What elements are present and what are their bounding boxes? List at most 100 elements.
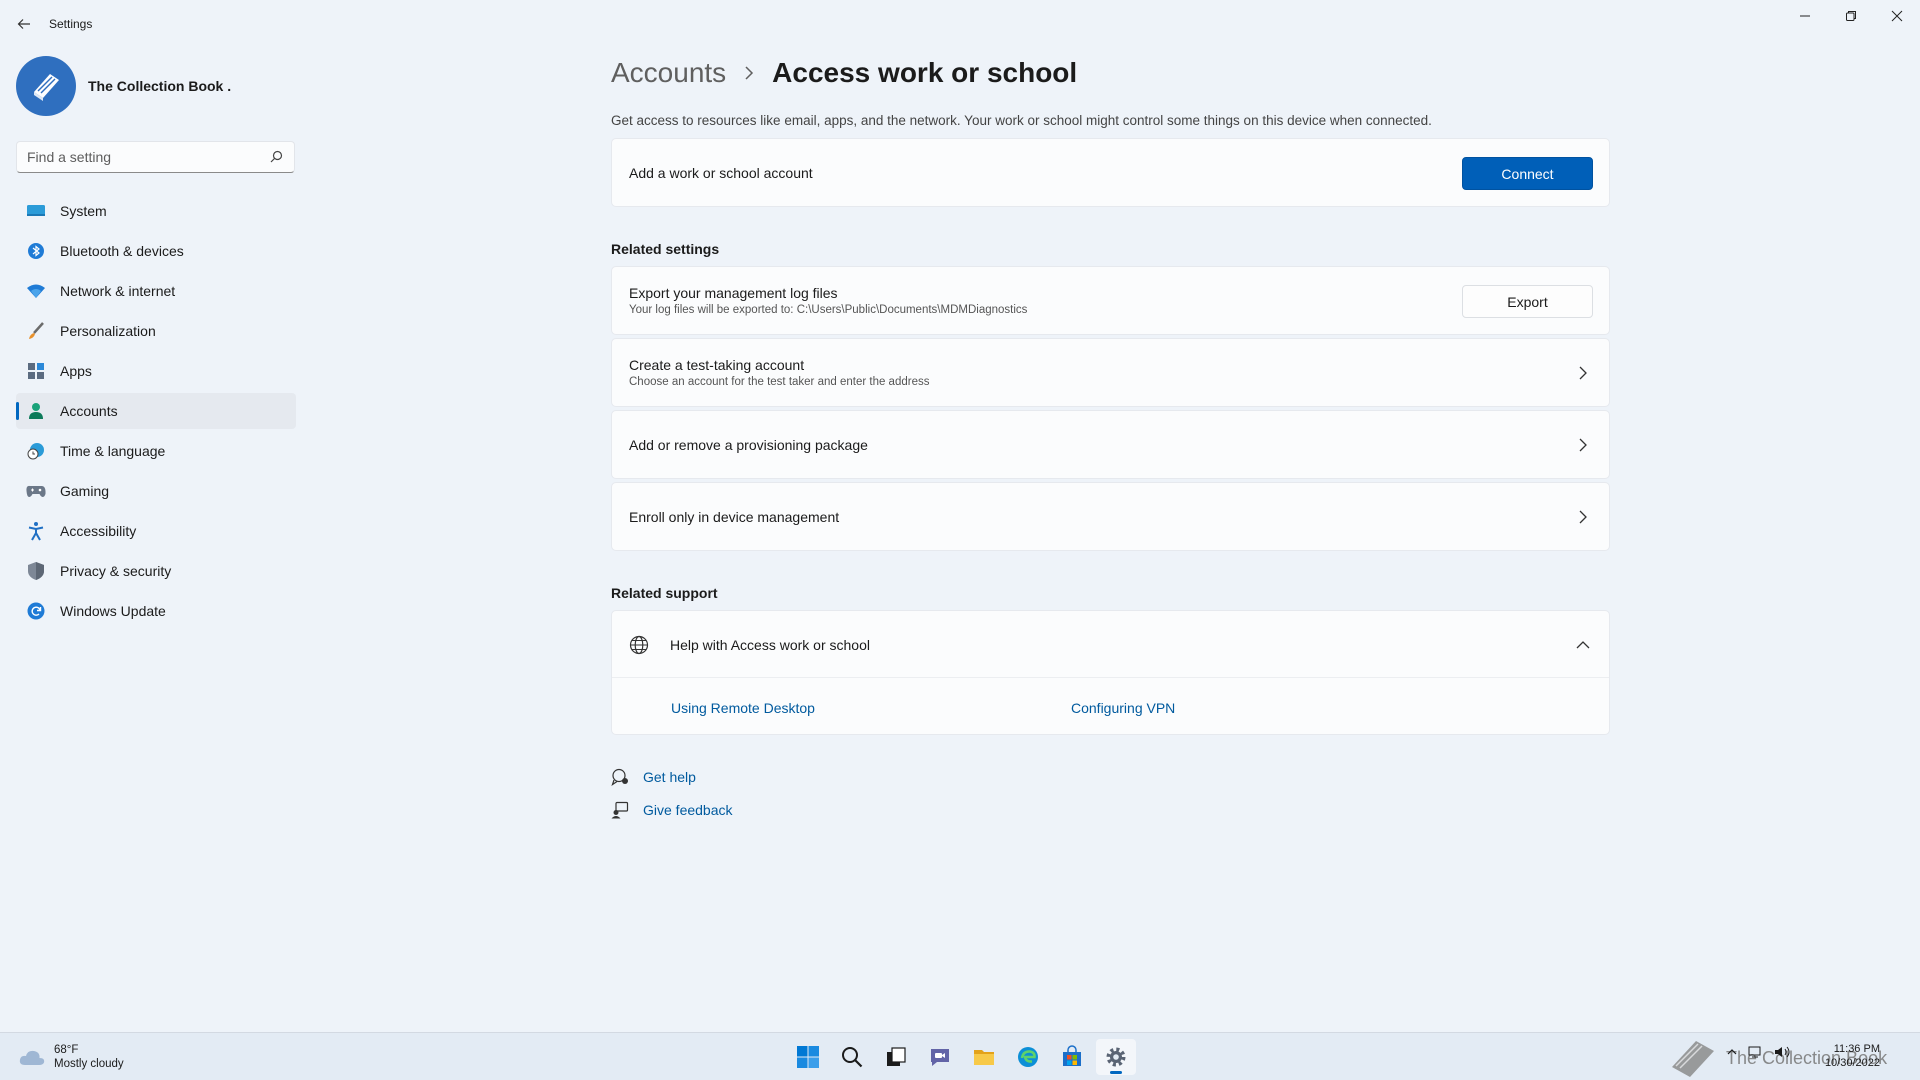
weather-widget[interactable]: 68°F Mostly cloudy xyxy=(18,1043,124,1071)
configuring-vpn-link[interactable]: Configuring VPN xyxy=(1071,700,1175,716)
chat-button[interactable] xyxy=(920,1039,960,1075)
clock[interactable]: 11:36 PM 10/30/2022 xyxy=(1810,1042,1880,1070)
sidebar-item-accessibility[interactable]: Accessibility xyxy=(16,513,296,549)
export-logs-title: Export your management log files xyxy=(629,285,838,301)
connect-button[interactable]: Connect xyxy=(1462,157,1593,190)
give-feedback-link[interactable]: Give feedback xyxy=(611,801,733,819)
globe-icon xyxy=(629,635,649,655)
minimize-icon xyxy=(1800,15,1810,17)
related-settings-heading: Related settings xyxy=(611,241,720,257)
sidebar-item-label: Personalization xyxy=(60,323,156,339)
title-bar: Settings xyxy=(0,0,1920,46)
sidebar-item-time-language[interactable]: Time & language xyxy=(16,433,296,469)
start-icon xyxy=(797,1046,819,1068)
sidebar-item-label: Accounts xyxy=(60,403,118,419)
enroll-card[interactable]: Enroll only in device management xyxy=(611,482,1610,551)
store-button[interactable] xyxy=(1052,1039,1092,1075)
taskbar: 68°F Mostly cloudy The Collection Book 1… xyxy=(0,1032,1920,1080)
minimize-button[interactable] xyxy=(1782,0,1828,32)
related-support-heading: Related support xyxy=(611,585,718,601)
close-button[interactable] xyxy=(1874,0,1920,32)
remote-desktop-link[interactable]: Using Remote Desktop xyxy=(671,700,815,716)
help-card: Help with Access work or school Using Re… xyxy=(611,610,1610,735)
sidebar-item-gaming[interactable]: Gaming xyxy=(16,473,296,509)
globe-clock-icon xyxy=(26,441,46,461)
close-icon xyxy=(1891,10,1903,22)
add-account-card: Add a work or school account Connect xyxy=(611,138,1610,207)
export-logs-card: Export your management log files Your lo… xyxy=(611,266,1610,335)
edge-icon xyxy=(1018,1047,1038,1067)
enroll-title: Enroll only in device management xyxy=(629,509,840,525)
sidebar-item-privacy[interactable]: Privacy & security xyxy=(16,553,296,589)
sidebar-item-personalization[interactable]: Personalization xyxy=(16,313,296,349)
network-icon[interactable] xyxy=(1748,1045,1764,1062)
chevron-right-icon xyxy=(744,60,754,86)
settings-button[interactable] xyxy=(1096,1039,1136,1075)
start-button[interactable] xyxy=(788,1039,828,1075)
taskbar-search-button[interactable] xyxy=(832,1039,872,1075)
sidebar-nav: System Bluetooth & devices Network & int… xyxy=(16,193,296,633)
gamepad-icon xyxy=(26,481,46,501)
settings-icon xyxy=(1106,1047,1126,1067)
shield-icon xyxy=(26,561,46,581)
get-help-link[interactable]: Get help xyxy=(611,768,696,786)
sidebar-item-network[interactable]: Network & internet xyxy=(16,273,296,309)
book-icon xyxy=(34,74,59,101)
restore-button[interactable] xyxy=(1828,0,1874,32)
sidebar-item-accounts[interactable]: Accounts xyxy=(16,393,296,429)
search-box[interactable] xyxy=(16,141,295,173)
test-account-card[interactable]: Create a test-taking account Choose an a… xyxy=(611,338,1610,407)
user-profile[interactable]: The Collection Book . xyxy=(16,56,231,116)
page-title: Access work or school xyxy=(772,57,1078,88)
accessibility-icon xyxy=(26,521,46,541)
clock-date: 10/30/2022 xyxy=(1824,1057,1880,1069)
cloud-icon xyxy=(19,1050,45,1065)
apps-icon xyxy=(26,361,46,381)
back-button[interactable] xyxy=(12,12,36,36)
give-feedback-label: Give feedback xyxy=(643,802,733,818)
store-icon xyxy=(1063,1045,1081,1066)
sidebar-item-system[interactable]: System xyxy=(16,193,296,229)
task-view-button[interactable] xyxy=(876,1039,916,1075)
search-icon[interactable] xyxy=(268,149,284,165)
help-expander-header[interactable]: Help with Access work or school xyxy=(612,611,1609,678)
provisioning-card[interactable]: Add or remove a provisioning package xyxy=(611,410,1610,479)
test-account-subtitle: Choose an account for the test taker and… xyxy=(629,376,930,388)
sidebar-item-bluetooth[interactable]: Bluetooth & devices xyxy=(16,233,296,269)
export-logs-subtitle: Your log files will be exported to: C:\U… xyxy=(629,304,1028,316)
breadcrumb: Accounts Access work or school xyxy=(611,57,1077,89)
search-icon xyxy=(842,1047,863,1068)
brush-icon xyxy=(26,321,46,341)
chat-icon xyxy=(931,1049,949,1066)
sidebar-item-label: Windows Update xyxy=(60,603,166,619)
sidebar-item-label: Time & language xyxy=(60,443,166,459)
restore-icon xyxy=(1846,11,1856,21)
export-button[interactable]: Export xyxy=(1462,285,1593,318)
sidebar-item-label: Network & internet xyxy=(60,283,176,299)
chevron-up-icon[interactable] xyxy=(1726,1046,1738,1061)
chevron-up-icon[interactable] xyxy=(1575,637,1591,653)
book-icon xyxy=(1672,1041,1714,1077)
chevron-right-icon xyxy=(1579,438,1587,452)
help-chat-icon xyxy=(611,768,629,786)
feedback-icon xyxy=(611,801,629,819)
bluetooth-icon xyxy=(26,241,46,261)
system-tray xyxy=(1726,1045,1800,1062)
get-help-label: Get help xyxy=(643,769,696,785)
profile-name: The Collection Book . xyxy=(88,78,232,94)
file-explorer-button[interactable] xyxy=(964,1039,1004,1075)
sidebar-item-windows-update[interactable]: Windows Update xyxy=(16,593,296,629)
app-title: Settings xyxy=(49,17,93,31)
weather-condition: Mostly cloudy xyxy=(54,1058,124,1070)
test-account-title: Create a test-taking account xyxy=(629,357,805,373)
edge-button[interactable] xyxy=(1008,1039,1048,1075)
taskbar-apps xyxy=(788,1039,1140,1075)
breadcrumb-accounts[interactable]: Accounts xyxy=(611,57,726,89)
back-arrow-icon xyxy=(17,19,30,29)
task-view-icon xyxy=(887,1047,906,1066)
volume-icon[interactable] xyxy=(1774,1045,1790,1062)
sidebar-item-apps[interactable]: Apps xyxy=(16,353,296,389)
search-input[interactable] xyxy=(27,149,268,165)
sidebar-item-label: Accessibility xyxy=(60,523,137,539)
help-title: Help with Access work or school xyxy=(670,637,870,653)
